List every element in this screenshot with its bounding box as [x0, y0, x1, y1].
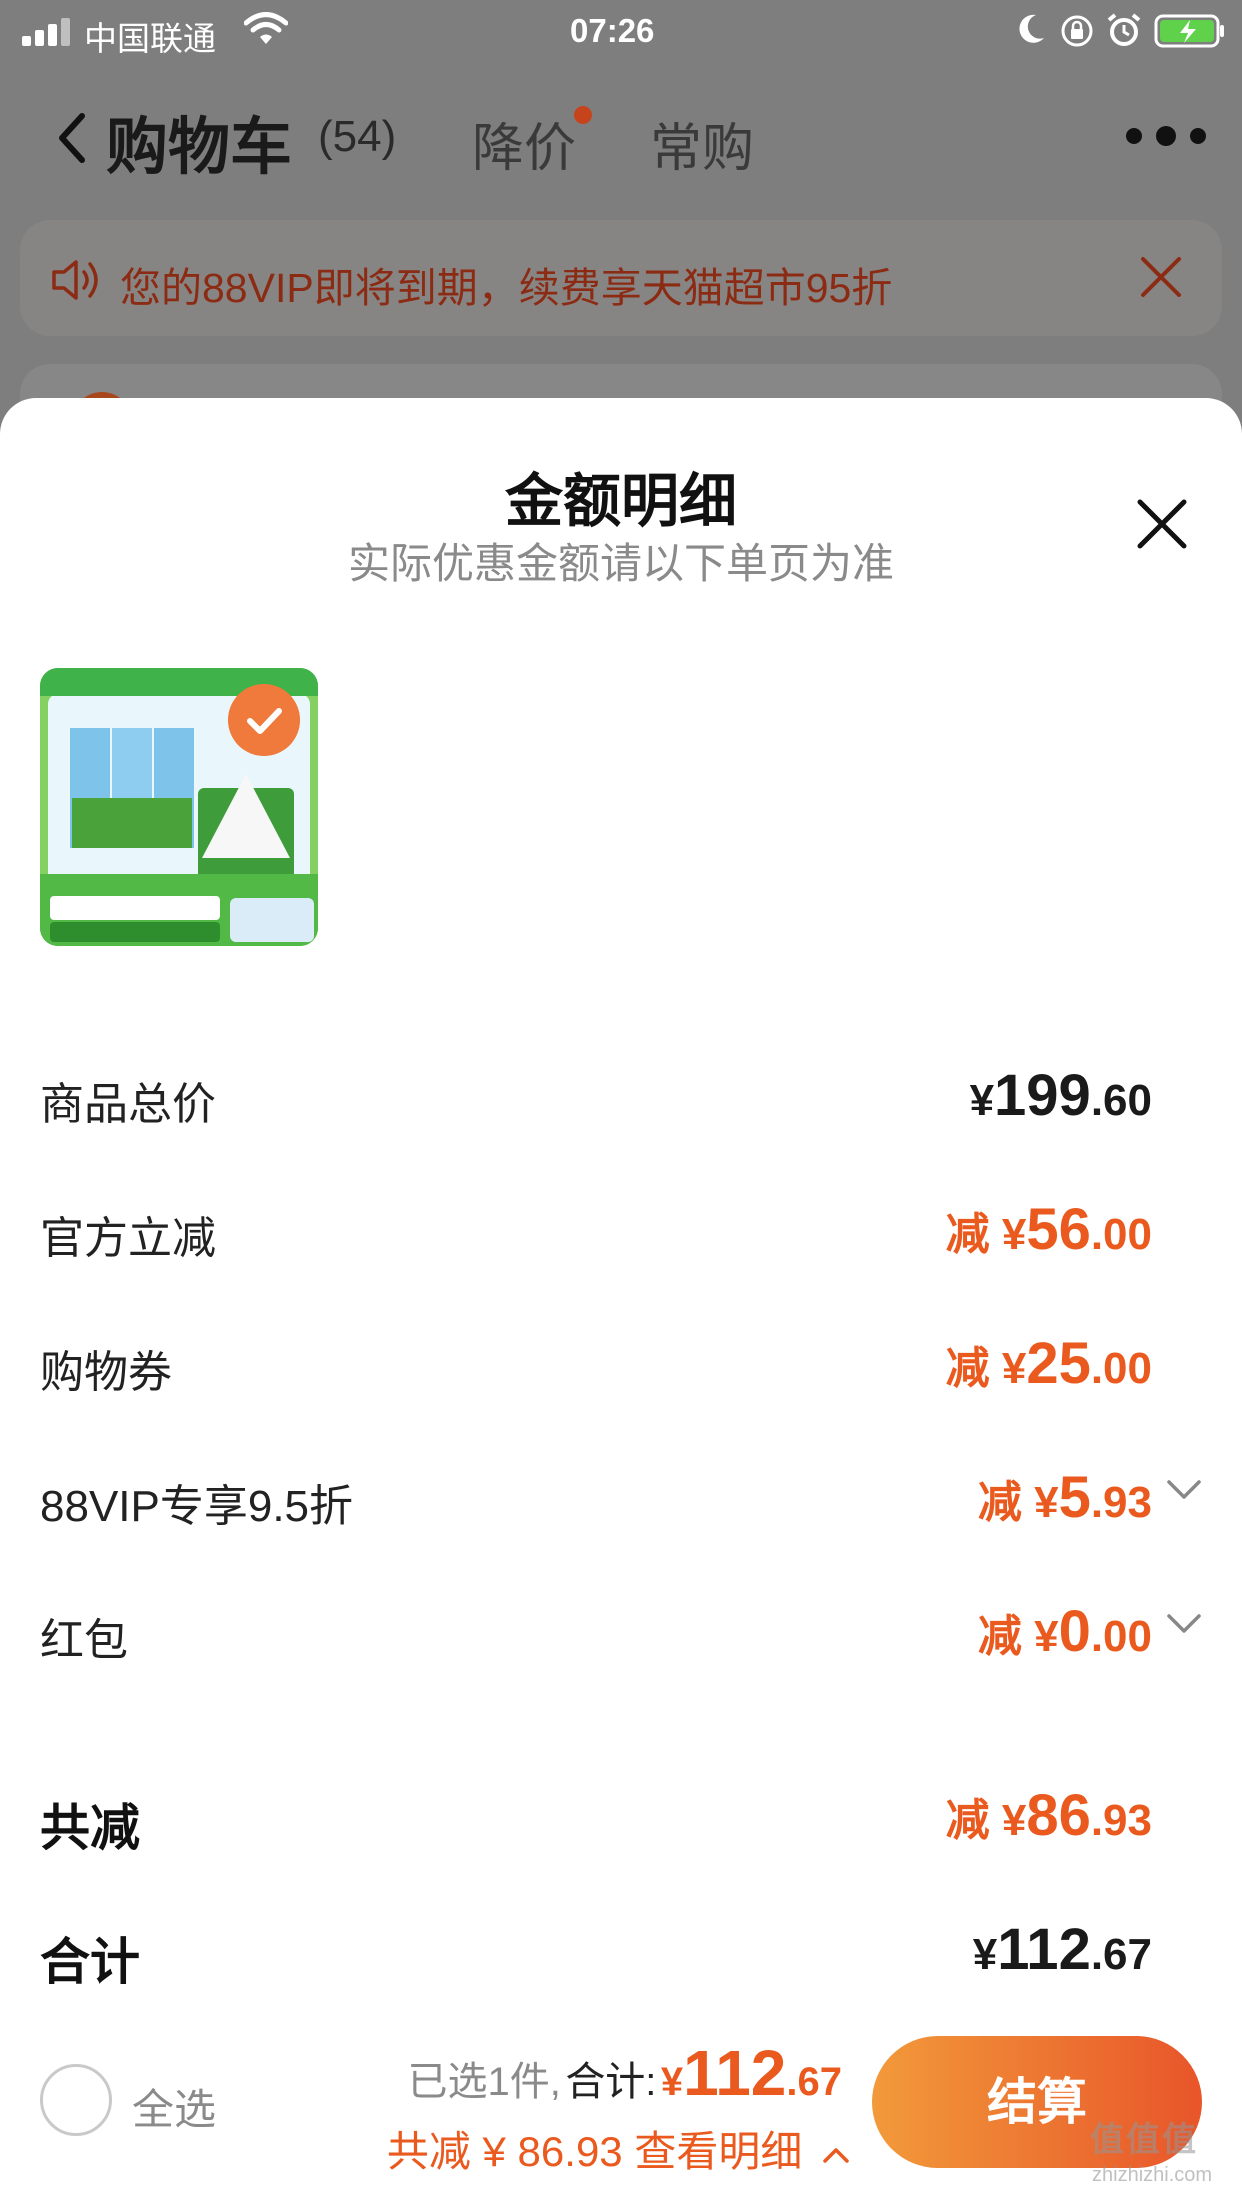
check-icon[interactable]: [228, 684, 300, 756]
row-red-packet[interactable]: 红包 减 ¥0.00: [40, 1594, 1202, 1674]
status-bar: 中国联通 07:26: [0, 0, 1242, 62]
row-shopping-coupon: 购物券 减 ¥25.00: [40, 1326, 1202, 1406]
select-all-label[interactable]: 全选: [132, 2076, 216, 2137]
battery-icon: [1154, 14, 1224, 48]
clock: 07:26: [570, 12, 655, 49]
row-label: 88VIP专享9.5折: [40, 1482, 354, 1531]
row-label: 商品总价: [40, 1080, 216, 1129]
row-amount: 减 ¥5.93: [977, 1465, 1152, 1530]
row-label: 共减: [40, 1800, 140, 1856]
row-label: 红包: [40, 1616, 128, 1665]
row-grand-total: 合计 ¥112.67: [40, 1912, 1202, 1992]
wifi-icon: [244, 12, 288, 44]
view-details-link[interactable]: 共减 ¥ 86.93 查看明细: [387, 2118, 850, 2179]
sheet-title: 金额明细: [504, 469, 737, 534]
row-amount: 减 ¥56.00: [945, 1197, 1152, 1262]
row-label: 官方立减: [40, 1214, 216, 1263]
cart-nav-bar: 购物车 (54) 降价 常购: [0, 90, 1242, 182]
close-icon[interactable]: [1136, 498, 1188, 550]
notification-dot: [574, 106, 592, 124]
row-88vip-discount[interactable]: 88VIP专享9.5折 减 ¥5.93: [40, 1460, 1202, 1540]
row-amount: ¥199.60: [969, 1063, 1152, 1128]
page-title: 购物车: [106, 113, 293, 182]
select-all-radio[interactable]: [40, 2064, 112, 2136]
row-official-discount: 官方立减 减 ¥56.00: [40, 1192, 1202, 1272]
price-detail-sheet: 金额明细 实际优惠金额请以下单页为准 商品总价 ¥199.60 官方立减 减 ¥…: [0, 398, 1242, 2208]
tab-price-drop[interactable]: 降价: [472, 106, 576, 181]
moon-icon: [1019, 14, 1044, 43]
vip-expiry-notice[interactable]: 您的88VIP即将到期，续费享天猫超市95折: [20, 220, 1222, 336]
row-amount: ¥112.67: [972, 1917, 1152, 1982]
row-amount: 减 ¥0.00: [977, 1599, 1152, 1664]
tab-frequent[interactable]: 常购: [650, 106, 754, 181]
back-icon[interactable]: [54, 110, 88, 166]
lock-rotation-icon: [1061, 15, 1093, 47]
close-icon[interactable]: [1138, 254, 1184, 300]
sheet-subtitle: 实际优惠金额请以下单页为准: [347, 540, 894, 587]
chevron-down-icon[interactable]: [1166, 1612, 1202, 1636]
signal-icon: [22, 16, 74, 46]
row-goods-total: 商品总价 ¥199.60: [40, 1058, 1202, 1138]
row-amount: 减 ¥86.93: [945, 1783, 1152, 1848]
selected-summary: 已选1件, 合计: ¥112.67: [407, 2037, 843, 2109]
carrier-name: 中国联通: [84, 20, 216, 57]
more-icon[interactable]: [1120, 122, 1230, 150]
product-thumbnail[interactable]: [40, 668, 318, 946]
speaker-icon: [52, 260, 98, 300]
watermark-url: zhizhizhi.com: [1092, 2164, 1213, 2186]
row-label: 合计: [40, 1934, 140, 1990]
caret-up-icon[interactable]: [822, 2145, 850, 2165]
row-label: 购物券: [40, 1348, 172, 1397]
checkout-bar: 全选 已选1件, 合计: ¥112.67 共减 ¥ 86.93 查看明细 结算: [0, 2024, 1242, 2208]
watermark: 值值值: [1090, 2121, 1198, 2159]
row-amount: 减 ¥25.00: [945, 1331, 1152, 1396]
chevron-down-icon[interactable]: [1166, 1478, 1202, 1502]
row-total-discount: 共减 减 ¥86.93: [40, 1778, 1202, 1858]
notice-text: 您的88VIP即将到期，续费享天猫超市95折: [120, 265, 893, 311]
alarm-icon: [1107, 13, 1141, 46]
cart-count: (54): [318, 112, 397, 161]
